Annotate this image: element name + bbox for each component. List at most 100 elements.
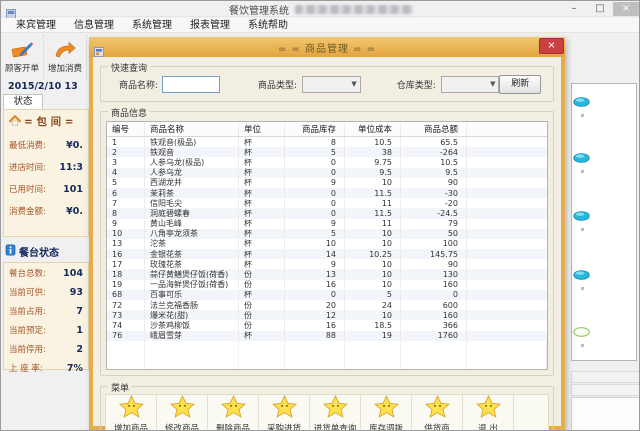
table-row[interactable]: 76峨眉雪芽杯88191760 xyxy=(107,331,547,341)
cell-cost: 9.75 xyxy=(345,157,401,167)
dialog-titlebar[interactable]: = = 商品管理 = = × xyxy=(89,37,565,57)
table-row[interactable]: 8洞庭碧螺春杯011.5-24.5 xyxy=(107,208,547,218)
info-field-row: 当前停用:2 xyxy=(9,343,84,355)
cell-id: 73 xyxy=(107,310,145,320)
cell-id: 18 xyxy=(107,269,145,279)
table-seat-green-icon[interactable] xyxy=(573,322,590,341)
info-field-row: 餐台总数:104 xyxy=(9,267,84,279)
cell-total: 10.5 xyxy=(401,157,467,167)
table-row[interactable]: 13沱茶杯1010100 xyxy=(107,239,547,249)
column-header[interactable]: 单位成本 xyxy=(345,122,401,136)
table-seat-icon[interactable] xyxy=(573,206,590,225)
cell-stock: 14 xyxy=(285,249,345,259)
cell-cost: 10 xyxy=(345,259,401,269)
field-value: 1 xyxy=(76,325,84,336)
cell-total: 9.5 xyxy=(401,168,467,178)
menubar-item[interactable]: 系统帮助 xyxy=(239,18,297,33)
cell-total: 1760 xyxy=(401,331,467,341)
table-row[interactable]: 74沙茶鸡柳饭份1618.5366 xyxy=(107,320,547,330)
tab-status[interactable]: 状态 xyxy=(3,94,43,109)
menubar-item[interactable]: 来宾管理 xyxy=(7,18,65,33)
menu-button-供货商[interactable]: 供货商 xyxy=(412,395,463,431)
cell-total: -20 xyxy=(401,198,467,208)
table-row[interactable]: 16金银花茶杯1410.25145.75 xyxy=(107,249,547,259)
table-row[interactable]: 10八角亭龙须茶杯51050 xyxy=(107,229,547,239)
toolbar-button-1[interactable]: 顾客开单 xyxy=(1,35,44,79)
cell-total: 90 xyxy=(401,259,467,269)
table-row[interactable]: 18蒜仔黄鳝煲仔饭(荷香)份1310130 xyxy=(107,269,547,279)
column-header[interactable]: 商品总额 xyxy=(401,122,467,136)
menu-button-label: 采购进货 xyxy=(267,422,301,431)
table-row[interactable]: 2铁观音杯538-264 xyxy=(107,147,547,157)
table-row[interactable]: 5西湖龙井杯91090 xyxy=(107,178,547,188)
cell-filler xyxy=(467,249,547,259)
menu-button-label: 删除商品 xyxy=(216,422,250,431)
menu-button-label: 退 出 xyxy=(478,422,498,431)
cell-name: 一品海鲜煲仔饭(荷香) xyxy=(145,280,239,290)
menubar-item[interactable]: 信息管理 xyxy=(65,18,123,33)
menu-button-增加商品[interactable]: 增加商品 xyxy=(106,395,157,431)
column-header[interactable]: 商品库存 xyxy=(285,122,345,136)
table-status-panel: 餐台总数:104当前可供:93当前占用:7当前预定:1当前停用:2上 座 率:7… xyxy=(3,262,89,370)
table-row[interactable]: 68百事可乐杯050 xyxy=(107,290,547,300)
table-row[interactable]: 1铁观音(极品)杯810.565.5 xyxy=(107,137,547,147)
table-row[interactable]: 7信阳毛尖杯011-20 xyxy=(107,198,547,208)
column-header[interactable]: 单位 xyxy=(239,122,285,136)
column-header[interactable]: 编号 xyxy=(107,122,145,136)
product-info-title: 商品信息 xyxy=(108,106,150,119)
menu-button-修改商品[interactable]: 修改商品 xyxy=(157,395,208,431)
cell-unit: 份 xyxy=(239,310,285,320)
cell-total: -30 xyxy=(401,188,467,198)
product-type-select[interactable]: ▼ xyxy=(302,76,361,93)
cell-id: 2 xyxy=(107,147,145,157)
field-label: 当前可供: xyxy=(9,286,46,298)
table-row[interactable]: 17玫瑰花茶杯91090 xyxy=(107,259,547,269)
field-label: 上 座 率: xyxy=(9,362,43,374)
window-close-button[interactable]: × xyxy=(613,2,639,16)
product-name-input[interactable] xyxy=(162,76,220,93)
window-title: 餐饮管理系统 xyxy=(229,2,289,17)
cell-stock: 8 xyxy=(285,137,345,147)
info-field-row: 最低消费:¥0. xyxy=(9,139,84,151)
menu-button-退 出[interactable]: 退 出 xyxy=(463,395,514,431)
cell-filler xyxy=(467,229,547,239)
column-header[interactable]: 商品名称 xyxy=(145,122,239,136)
info-field-row: 消费金额:¥0. xyxy=(9,205,84,217)
toolbar-button-2[interactable]: 增加消费 xyxy=(44,35,87,79)
table-row[interactable]: 73爆米花(甜)份1210160 xyxy=(107,310,547,320)
table-row[interactable]: 19一品海鲜煲仔饭(荷香)份1610160 xyxy=(107,280,547,290)
table-seat-icon[interactable] xyxy=(573,265,590,284)
add-consume-icon xyxy=(54,40,76,60)
menubar-item[interactable]: 报表管理 xyxy=(181,18,239,33)
menu-button-删除商品[interactable]: 删除商品 xyxy=(208,395,259,431)
column-header-filler xyxy=(467,122,547,136)
maximize-button[interactable]: □ xyxy=(587,2,613,16)
table-row[interactable]: 6茉莉茶杯011.5-30 xyxy=(107,188,547,198)
info-field-row: 已用时间:101 xyxy=(9,183,84,195)
menu-button-采购进货[interactable]: 采购进货 xyxy=(259,395,310,431)
window-titlebar[interactable]: 餐饮管理系统 – □ × xyxy=(1,1,640,17)
warehouse-type-select[interactable]: ▼ xyxy=(441,76,500,93)
refresh-button[interactable]: 刷新 xyxy=(499,75,541,94)
dialog-close-button[interactable]: × xyxy=(539,38,564,54)
table-seat-icon[interactable] xyxy=(573,148,590,167)
cell-name: 信阳毛尖 xyxy=(145,198,239,208)
menubar-item[interactable]: 系统管理 xyxy=(123,18,181,33)
menu-button-进货单查询[interactable]: 进货单查询 xyxy=(310,395,361,431)
cell-unit: 杯 xyxy=(239,331,285,341)
menu-button-库存调拨[interactable]: 库存调拨 xyxy=(361,395,412,431)
field-label: 最低消费: xyxy=(9,139,46,151)
quick-query-group: 快速查询 商品名称: 商品类型: ▼ 仓库类型: ▼ 刷新 xyxy=(100,66,554,102)
cell-stock: 20 xyxy=(285,300,345,310)
chevron-down-icon: ▼ xyxy=(490,80,495,88)
cell-id: 72 xyxy=(107,300,145,310)
cell-name: 峨眉雪芽 xyxy=(145,331,239,341)
table-row[interactable]: 4人参乌龙杯09.59.5 xyxy=(107,168,547,178)
table-seat-icon[interactable] xyxy=(573,92,590,111)
cell-unit: 杯 xyxy=(239,198,285,208)
table-row[interactable]: 3人参乌龙(极品)杯09.7510.5 xyxy=(107,157,547,167)
table-row[interactable]: 9黄山毛峰杯91179 xyxy=(107,219,547,229)
minimize-button[interactable]: – xyxy=(561,2,587,16)
app-icon xyxy=(6,4,16,14)
table-row[interactable]: 72法兰克福香肠份2024600 xyxy=(107,300,547,310)
